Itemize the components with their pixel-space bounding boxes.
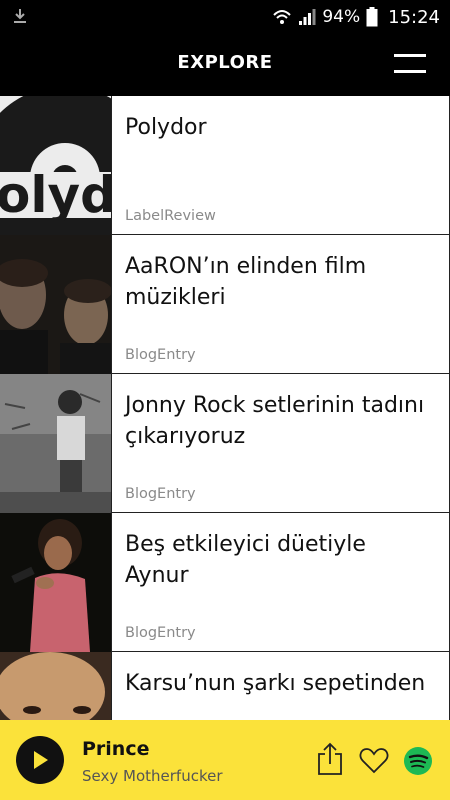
feed-item-title: AaRON’ın elinden film müzikleri bbox=[125, 254, 367, 310]
track-subtitle: Sexy Motherfucker bbox=[82, 767, 223, 785]
polydor-logo-image: olyd bbox=[0, 96, 112, 235]
feed-item-title: Karsu’nun şarkı sepetinden bbox=[125, 671, 426, 696]
feed-item[interactable]: olyd Polydor LabelReview bbox=[0, 96, 450, 235]
feed-item-thumbnail bbox=[0, 652, 112, 720]
spotify-icon[interactable] bbox=[404, 747, 432, 775]
feed-item-thumbnail bbox=[0, 235, 112, 374]
svg-text:olyd: olyd bbox=[0, 166, 112, 224]
battery-percent: 94% bbox=[322, 7, 361, 27]
feed-item-thumbnail bbox=[0, 374, 112, 513]
wifi-icon bbox=[273, 10, 292, 24]
explore-feed[interactable]: olyd Polydor LabelReview AaRON’ın elinde… bbox=[0, 96, 450, 720]
feed-item-title: Jonny Rock setlerinin tadını çıkarıyoruz bbox=[125, 393, 425, 449]
status-bar: 94% 15:24 bbox=[0, 0, 450, 34]
page-title: EXPLORE bbox=[177, 52, 273, 73]
feed-item-title: Beş etkileyici düetiyle Aynur bbox=[125, 532, 366, 588]
heart-icon[interactable] bbox=[359, 748, 389, 774]
play-button[interactable] bbox=[16, 736, 64, 784]
feed-item-thumbnail: olyd bbox=[0, 96, 112, 235]
feed-item-title: Polydor bbox=[125, 115, 207, 140]
singer-photo bbox=[0, 513, 111, 652]
battery-icon bbox=[366, 7, 378, 27]
clock: 15:24 bbox=[388, 6, 440, 28]
feed-item-thumbnail bbox=[0, 513, 112, 652]
now-playing-bar[interactable]: Prince Sexy Motherfucker bbox=[0, 720, 450, 800]
feed-item[interactable]: AaRON’ın elinden film müzikleri BlogEntr… bbox=[0, 235, 450, 374]
feed-item-type: LabelReview bbox=[125, 208, 216, 224]
share-icon[interactable] bbox=[316, 742, 344, 776]
play-icon bbox=[34, 751, 48, 769]
signal-icon bbox=[299, 9, 316, 25]
feed-item-type: BlogEntry bbox=[125, 486, 196, 502]
feed-item[interactable]: Jonny Rock setlerinin tadını çıkarıyoruz… bbox=[0, 374, 450, 513]
feed-item-type: BlogEntry bbox=[125, 625, 196, 641]
download-icon bbox=[14, 9, 26, 23]
band-photo bbox=[0, 235, 111, 374]
artist-portrait bbox=[0, 652, 111, 720]
track-title: Prince bbox=[82, 738, 150, 760]
feed-item-type: BlogEntry bbox=[125, 347, 196, 363]
feed-item[interactable]: Karsu’nun şarkı sepetinden bbox=[0, 652, 450, 720]
performer-photo bbox=[0, 374, 111, 513]
feed-item[interactable]: Beş etkileyici düetiyle Aynur BlogEntry bbox=[0, 513, 450, 652]
app-header: EXPLORE bbox=[0, 34, 450, 96]
hamburger-menu-icon[interactable] bbox=[394, 54, 426, 74]
